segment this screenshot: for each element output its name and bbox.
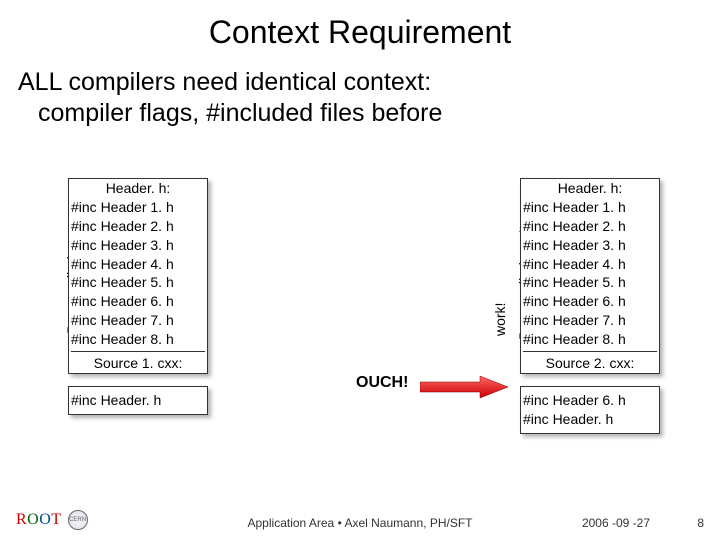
left-inc-line: #inc Header 7. h xyxy=(71,311,205,330)
ouch-callout: OUCH! xyxy=(356,374,408,392)
arrow-icon xyxy=(420,374,510,400)
right-column: Header. h: #inc Header 1. h #inc Header … xyxy=(520,178,660,434)
right-source-line: #inc Header. h xyxy=(523,410,657,429)
right-inc-line: #inc Header 3. h xyxy=(523,236,657,255)
footer-page-number: 8 xyxy=(697,516,704,530)
left-source-line: #inc Header. h xyxy=(71,391,205,410)
left-inc-line: #inc Header 1. h xyxy=(71,198,205,217)
left-inc-line: #inc Header 2. h xyxy=(71,217,205,236)
right-source-line: #inc Header 6. h xyxy=(523,391,657,410)
subtitle-line2: compiler flags, #included files before xyxy=(18,98,702,129)
left-inc-line: #inc Header 5. h xyxy=(71,273,205,292)
right-inc-line: #inc Header 4. h xyxy=(523,255,657,274)
left-inc-line: #inc Header 4. h xyxy=(71,255,205,274)
footer-center-text: Application Area • Axel Naumann, PH/SFT xyxy=(248,516,473,530)
left-inc-line: #inc Header 3. h xyxy=(71,236,205,255)
footer-left: ROOT CERN xyxy=(16,510,88,530)
right-vertical-label-2: work! xyxy=(492,303,508,336)
left-inc-line: #inc Header 6. h xyxy=(71,292,205,311)
right-source-box: #inc Header 6. h #inc Header. h xyxy=(520,386,660,434)
right-header-title: Header. h: xyxy=(523,179,657,198)
right-header-box: Header. h: #inc Header 1. h #inc Header … xyxy=(520,178,660,374)
right-inc-line: #inc Header 2. h xyxy=(523,217,657,236)
right-inc-line: #inc Header 8. h xyxy=(523,330,657,349)
root-o1: O xyxy=(27,511,39,528)
left-column: Header. h: #inc Header 1. h #inc Header … xyxy=(68,178,208,415)
right-inc-line: #inc Header 5. h xyxy=(523,273,657,292)
root-r: R xyxy=(16,511,27,528)
right-inc-line: #inc Header 7. h xyxy=(523,311,657,330)
right-source-title: Source 2. cxx: xyxy=(523,351,657,373)
left-source-title: Source 1. cxx: xyxy=(71,351,205,373)
root-logo: ROOT xyxy=(16,511,62,529)
right-inc-line: #inc Header 6. h xyxy=(523,292,657,311)
cern-badge-icon: CERN xyxy=(68,510,88,530)
left-header-title: Header. h: xyxy=(71,179,205,198)
slide-subtitle: ALL compilers need identical context: co… xyxy=(0,51,720,130)
footer-date: 2006 -09 -27 xyxy=(582,516,650,530)
root-t: T xyxy=(51,511,61,528)
root-o2: O xyxy=(39,511,51,528)
left-inc-line: #inc Header 8. h xyxy=(71,330,205,349)
right-inc-line: #inc Header 1. h xyxy=(523,198,657,217)
left-source-box: #inc Header. h xyxy=(68,386,208,415)
slide-title: Context Requirement xyxy=(0,0,720,51)
subtitle-line1: ALL compilers need identical context: xyxy=(18,67,702,98)
left-header-box: Header. h: #inc Header 1. h #inc Header … xyxy=(68,178,208,374)
